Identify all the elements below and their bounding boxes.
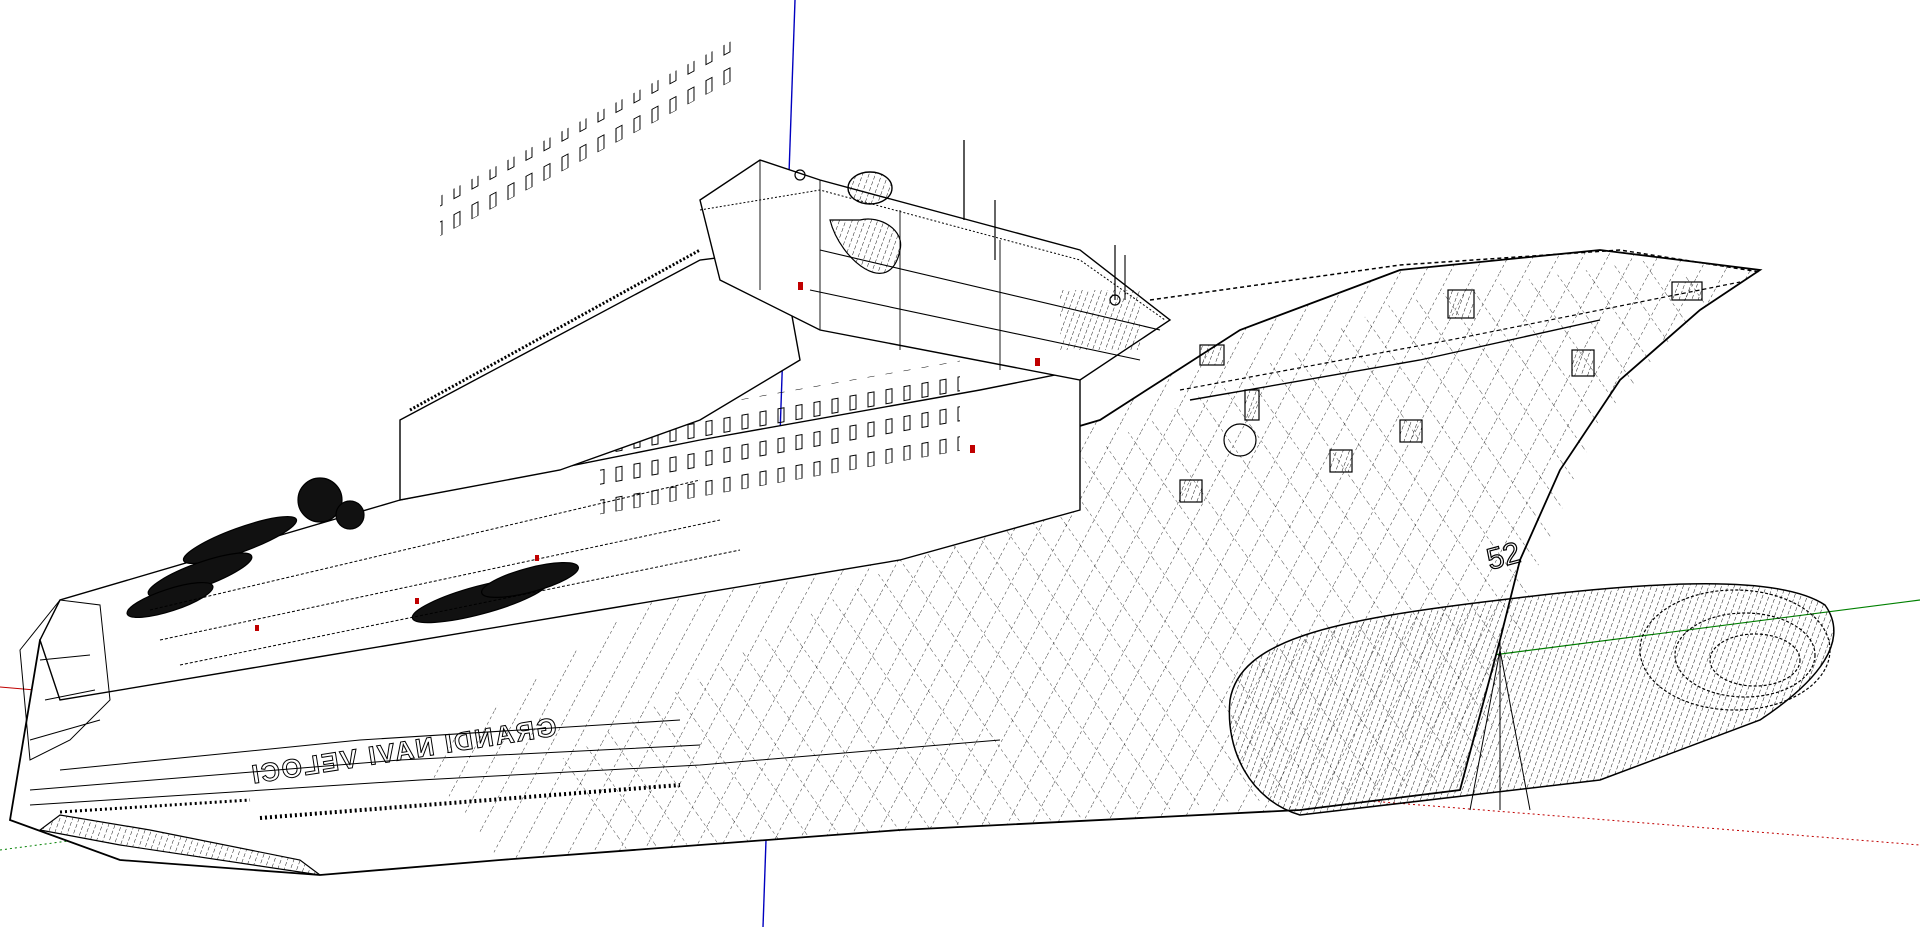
modeling-viewport[interactable]: GRANDI NAVI VELOCI 52 [0,0,1920,927]
window-band-upper [440,36,740,237]
wireframe-scene[interactable]: GRANDI NAVI VELOCI 52 [0,0,1920,927]
ship-model[interactable]: GRANDI NAVI VELOCI 52 [8,36,1835,876]
